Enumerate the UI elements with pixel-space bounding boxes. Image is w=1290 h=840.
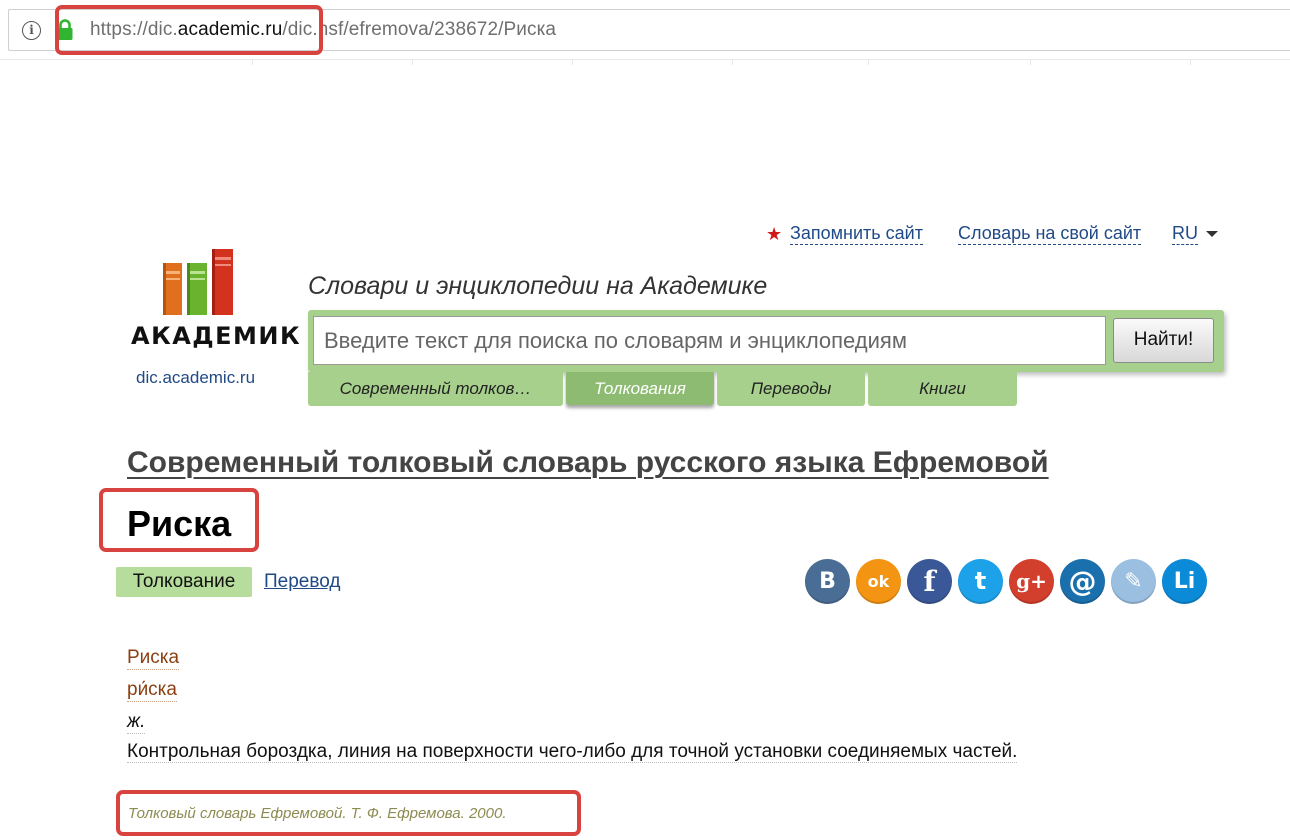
dictionary-title-link[interactable]: Современный толковый словарь русского яз… [127,446,1049,480]
logo-wordmark[interactable]: АКАДЕМИК [131,322,301,350]
chevron-down-icon[interactable] [1206,231,1218,237]
search-frame: Введите текст для поиска по словарям и э… [308,310,1224,372]
vkontakte-icon[interactable]: B [805,559,850,604]
browser-address-bar: i https://dic.academic.ru/dic.nsf/efremo… [0,0,1290,65]
entry-headword[interactable]: Риска [127,647,180,670]
remember-site-link[interactable]: Запомнить сайт [790,222,923,245]
odnoklassniki-icon[interactable]: ok [856,559,901,604]
tab-interpretations[interactable]: Толкования [566,372,714,405]
entry-definition: Контрольная бороздка, линия на поверхнос… [127,741,1018,763]
search-button[interactable]: Найти! [1113,318,1214,363]
site-tagline: Словари и энциклопедии на Академике [308,272,768,300]
tab-translations[interactable]: Переводы [717,372,865,406]
dictionary-for-site-link[interactable]: Словарь на свой сайт [958,222,1142,245]
star-icon: ★ [766,224,783,244]
logo-site-link[interactable]: dic.academic.ru [136,368,255,388]
url-domain-highlight [55,5,323,55]
entry-accented-word[interactable]: ри́ска [127,679,177,702]
word-highlight [99,488,259,552]
tab-interpretation[interactable]: Толкование [116,567,252,597]
liveinternet-icon[interactable]: Li [1162,559,1207,604]
entry-gender[interactable]: ж. [127,711,146,734]
tab-books[interactable]: Книги [868,372,1017,406]
source-highlight [116,790,581,836]
livejournal-icon[interactable]: ✎ [1111,559,1156,604]
tab-translation[interactable]: Перевод [264,571,340,593]
urlbar-divider [0,59,1290,65]
google-plus-icon[interactable]: g+ [1009,559,1054,604]
language-selector[interactable]: RU [1172,222,1198,245]
logo-books-icon[interactable] [163,249,235,315]
facebook-icon[interactable]: f [907,559,952,604]
mail-icon[interactable]: @ [1060,559,1105,604]
search-input[interactable]: Введите текст для поиска по словарям и э… [313,316,1106,365]
info-icon[interactable]: i [22,21,41,40]
twitter-icon[interactable]: t [958,559,1003,604]
tab-current-dictionary[interactable]: Современный толков… [308,372,563,406]
